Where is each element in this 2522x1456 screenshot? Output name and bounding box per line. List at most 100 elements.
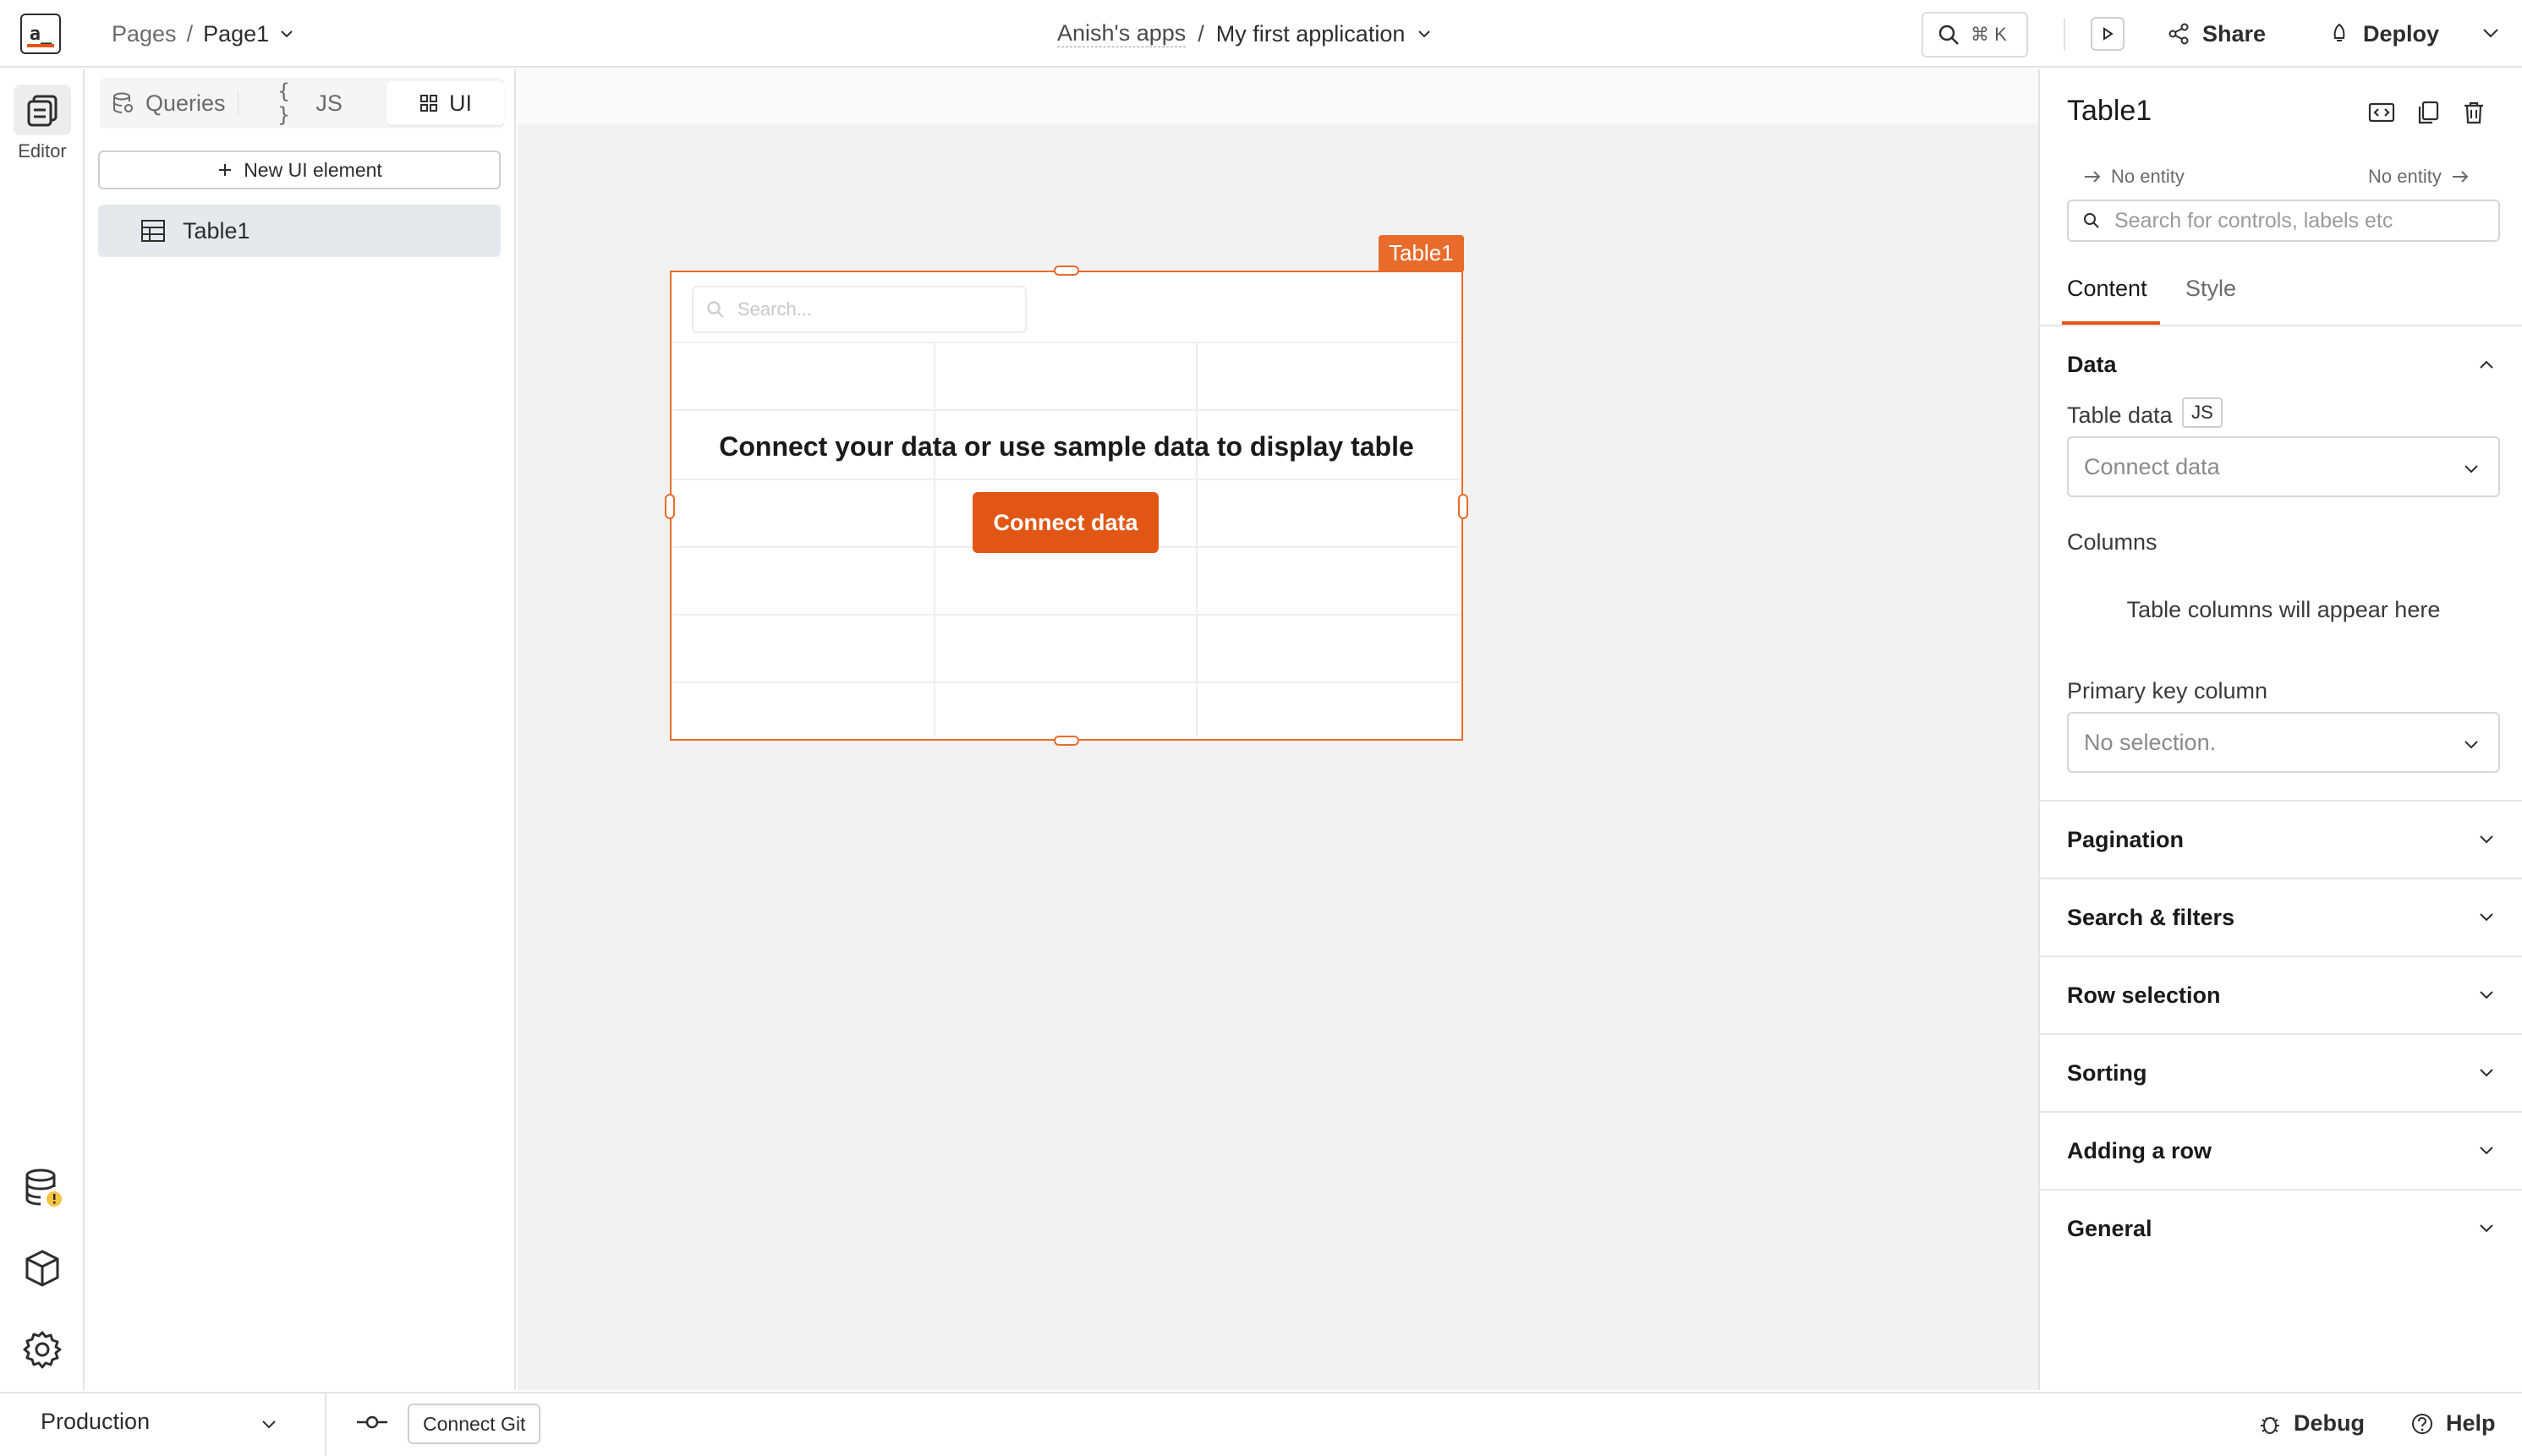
chevron-down-icon[interactable] (2476, 1140, 2497, 1160)
debug-button[interactable]: Debug (2258, 1410, 2365, 1437)
help-label: Help (2446, 1410, 2496, 1436)
chevron-down-icon[interactable] (259, 1414, 279, 1434)
resize-handle-left[interactable] (665, 494, 675, 519)
connect-git-button[interactable]: Connect Git (408, 1404, 541, 1444)
section-adding-row-header[interactable]: Adding a row (2067, 1138, 2212, 1164)
property-search-input[interactable]: Search for controls, labels etc (2067, 200, 2500, 242)
property-pane-title[interactable]: Table1 (2067, 95, 2152, 128)
breadcrumb-separator: / (186, 20, 194, 47)
plus-icon (217, 161, 233, 178)
section-data-header[interactable]: Data (2067, 352, 2117, 378)
table-grid-line (673, 681, 1460, 683)
section-search-filters-header[interactable]: Search & filters (2067, 905, 2234, 931)
new-ui-element-button[interactable]: New UI element (98, 151, 501, 189)
toolbar-divider (2064, 19, 2065, 51)
pages-stack-icon (24, 91, 61, 129)
code-view-icon[interactable] (2368, 100, 2395, 125)
section-general-header[interactable]: General (2067, 1216, 2152, 1242)
incoming-entity-link[interactable]: No entity (2082, 166, 2185, 188)
chevron-up-icon[interactable] (2476, 355, 2497, 375)
database-icon (112, 91, 135, 115)
deploy-button[interactable]: Deploy (2327, 17, 2439, 51)
datasource-warning-icon[interactable] (22, 1167, 64, 1209)
omnibar-search-button[interactable]: ⌘ K (1922, 12, 2028, 57)
share-icon (2167, 22, 2190, 46)
table-grid-line (673, 409, 1460, 411)
breadcrumb-pages[interactable]: Pages (112, 21, 177, 47)
share-label: Share (2202, 20, 2267, 47)
tab-content[interactable]: Content (2067, 276, 2147, 302)
appsmith-logo[interactable]: a_ (20, 14, 61, 54)
columns-label: Columns (2067, 529, 2157, 555)
bug-icon (2258, 1412, 2282, 1436)
js-toggle[interactable]: JS (2182, 397, 2223, 428)
section-divider (2038, 1189, 2522, 1191)
incoming-entity-label: No entity (2111, 166, 2185, 187)
explorer-tabs: Queries { } JS UI (100, 78, 504, 129)
section-divider (2038, 878, 2522, 879)
table-grid-line (673, 614, 1460, 616)
workspace-name[interactable]: Anish's apps (1057, 20, 1187, 47)
resize-handle-bottom[interactable] (1054, 736, 1079, 746)
primary-key-select[interactable]: No selection. (2067, 712, 2500, 773)
logo-text: a_ (29, 23, 52, 45)
help-button[interactable]: Help (2410, 1410, 2496, 1437)
tab-style[interactable]: Style (2185, 276, 2236, 302)
chevron-down-icon[interactable] (2476, 829, 2497, 849)
table-search-input[interactable]: Search... (692, 286, 1027, 333)
resize-handle-top[interactable] (1054, 265, 1079, 276)
play-icon (2100, 26, 2115, 41)
editor-rail-button[interactable] (14, 85, 71, 135)
breadcrumb: Pages / Page1 (112, 19, 294, 49)
chevron-down-icon[interactable] (2480, 22, 2502, 44)
chevron-down-icon (2461, 458, 2481, 479)
primary-key-placeholder: No selection. (2084, 729, 2217, 755)
chevron-down-icon[interactable] (1417, 26, 1432, 41)
page-selector[interactable]: Page1 (203, 21, 269, 47)
chevron-down-icon[interactable] (2476, 1218, 2497, 1238)
share-button[interactable]: Share (2167, 17, 2266, 51)
arrow-right-icon (2450, 167, 2470, 187)
arrow-right-icon (2082, 167, 2103, 187)
section-pagination-header[interactable]: Pagination (2067, 827, 2184, 853)
active-tab-indicator (2062, 321, 2160, 325)
table-grid-line (673, 479, 1460, 480)
outgoing-entity-link[interactable]: No entity (2368, 166, 2470, 188)
packages-cube-icon[interactable] (22, 1248, 63, 1289)
settings-gear-icon[interactable] (22, 1329, 63, 1370)
search-icon (705, 299, 726, 320)
chevron-down-icon[interactable] (2476, 906, 2497, 927)
tab-ui[interactable]: UI (386, 81, 504, 125)
tab-js-label: JS (315, 90, 343, 116)
widgets-grid-icon (419, 93, 439, 113)
columns-empty-state: Table columns will appear here (2126, 597, 2441, 622)
search-icon (2082, 211, 2101, 230)
connect-data-button[interactable]: Connect data (973, 492, 1159, 553)
chevron-down-icon[interactable] (2476, 984, 2497, 1004)
app-title[interactable]: Anish's apps / My first application (1057, 19, 1432, 49)
section-row-selection-header[interactable]: Row selection (2067, 983, 2221, 1009)
copy-icon[interactable] (2415, 100, 2441, 125)
widget-name-tag[interactable]: Table1 (1379, 235, 1464, 271)
resize-handle-right[interactable] (1458, 494, 1468, 519)
entity-item-table1[interactable]: Table1 (98, 205, 501, 257)
search-shortcut: ⌘ K (1971, 24, 2007, 45)
chevron-down-icon[interactable] (279, 26, 294, 41)
table-search-placeholder: Search... (737, 298, 813, 320)
delete-icon[interactable] (2461, 100, 2486, 125)
git-commit-icon (355, 1412, 389, 1432)
table-data-select[interactable]: Connect data (2067, 436, 2500, 497)
primary-key-label: Primary key column (2067, 678, 2268, 703)
chevron-down-icon[interactable] (2476, 1062, 2497, 1082)
section-divider (2038, 1111, 2522, 1113)
rocket-icon (2327, 22, 2351, 46)
debug-label: Debug (2294, 1410, 2365, 1436)
environment-select[interactable]: Production (41, 1409, 150, 1435)
table-grid-line (1196, 342, 1198, 737)
tab-queries[interactable]: Queries (100, 81, 238, 125)
section-sorting-header[interactable]: Sorting (2067, 1060, 2147, 1087)
property-pane-actions (2368, 100, 2486, 125)
preview-button[interactable] (2091, 17, 2125, 51)
tab-js[interactable]: { } JS (266, 79, 354, 127)
application-name[interactable]: My first application (1216, 21, 1406, 47)
